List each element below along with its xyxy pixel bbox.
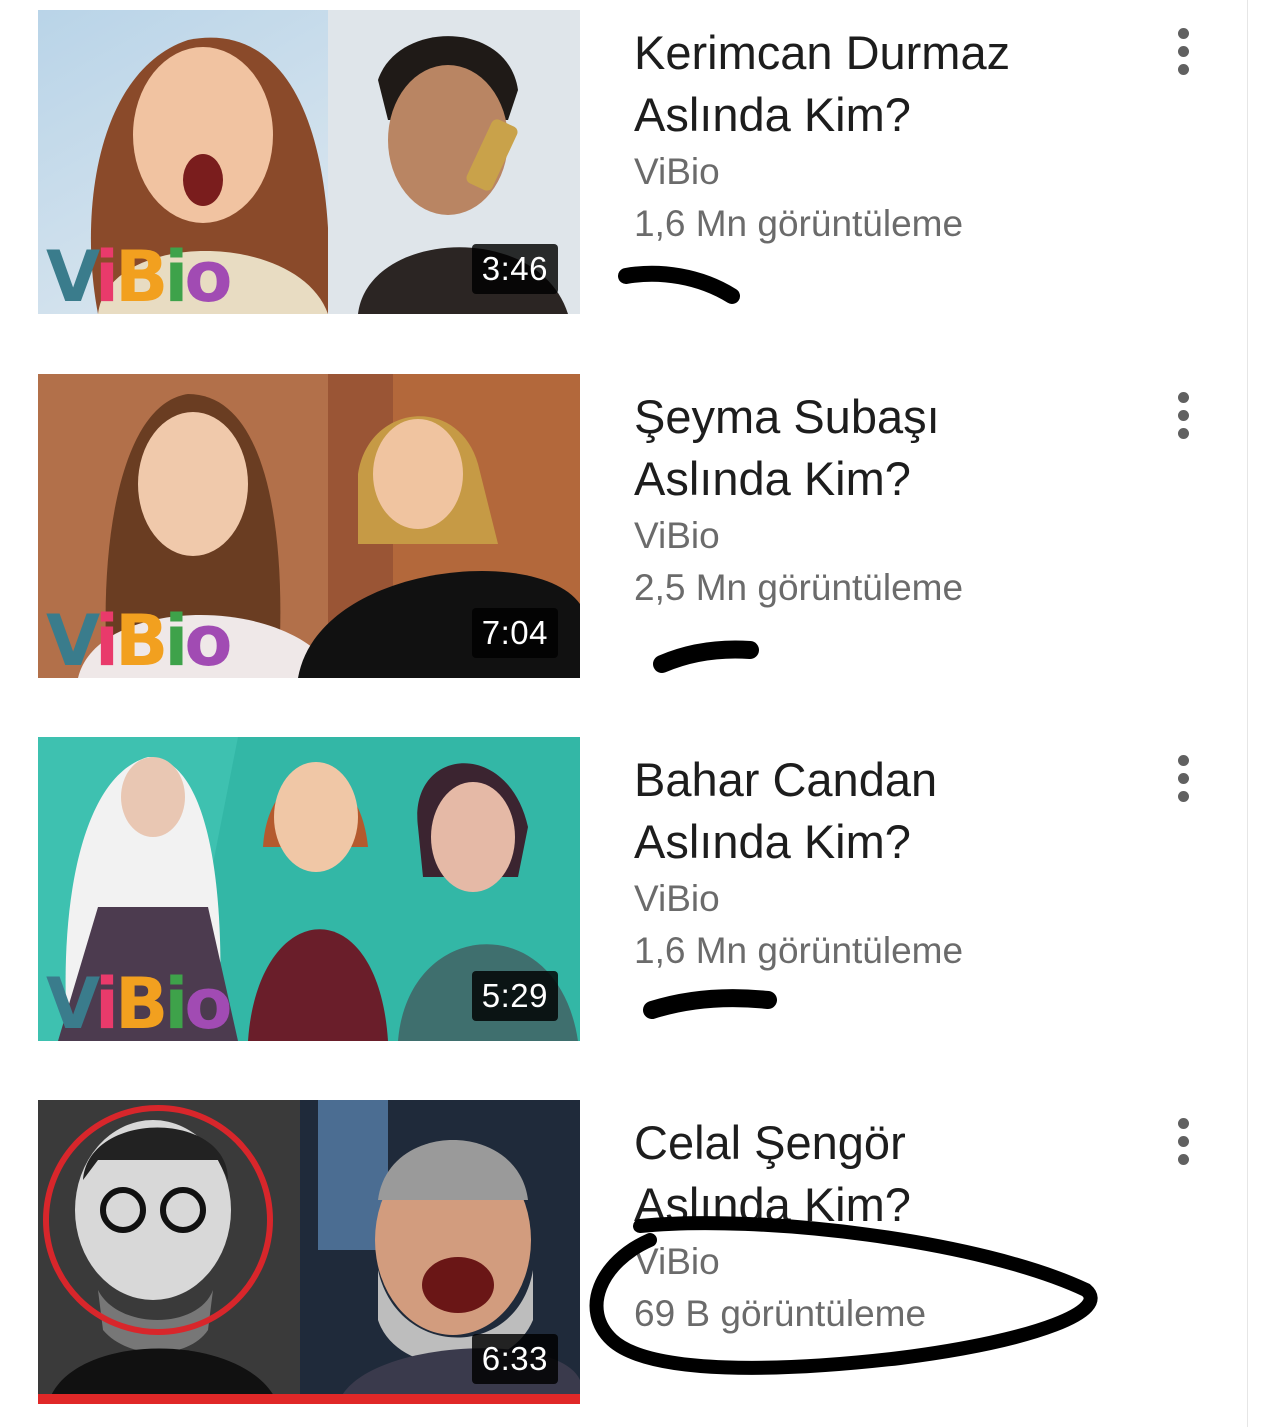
video-title-line2: Aslında Kim? [634,452,911,505]
video-title-line2: Aslında Kim? [634,88,911,141]
duration-badge: 5:29 [471,971,558,1021]
video-title-line1: Celal Şengör [634,1116,906,1169]
video-info[interactable]: Şeyma Subaşı Aslında Kim? ViBio 2,5 Mn g… [634,386,1154,614]
channel-name[interactable]: ViBio [634,873,1154,925]
video-item[interactable]: ViBio 7:04 Şeyma Subaşı Aslında Kim? ViB… [0,374,1250,694]
duration-badge: 6:33 [471,1334,558,1384]
video-title-line1: Bahar Candan [634,753,938,806]
channel-name[interactable]: ViBio [634,1236,1154,1288]
video-thumbnail[interactable]: ViBio 5:29 [38,737,580,1041]
video-title[interactable]: Şeyma Subaşı Aslında Kim? [634,386,1154,510]
video-thumbnail[interactable]: ViBio 3:46 [38,10,580,314]
more-vert-icon[interactable] [1170,1114,1200,1170]
video-title[interactable]: Celal Şengör Aslında Kim? [634,1112,1154,1236]
video-thumbnail[interactable]: ViBio 7:04 [38,374,580,678]
more-vert-icon[interactable] [1170,24,1200,80]
video-info[interactable]: Bahar Candan Aslında Kim? ViBio 1,6 Mn g… [634,749,1154,977]
video-title-line1: Kerimcan Durmaz [634,26,1011,79]
watched-progress-bar [38,1394,580,1404]
video-item[interactable]: ViBio 3:46 Kerimcan Durmaz Aslında Kim? … [0,10,1250,330]
duration-badge: 7:04 [471,608,558,658]
more-vert-icon[interactable] [1170,388,1200,444]
view-count: 2,5 Mn görüntüleme [634,567,964,608]
video-title-line2: Aslında Kim? [634,815,911,868]
video-info[interactable]: Celal Şengör Aslında Kim? ViBio 69 B gör… [634,1112,1154,1340]
view-count: 1,6 Mn görüntüleme [634,203,964,244]
channel-name[interactable]: ViBio [634,510,1154,562]
view-count: 69 B görüntüleme [634,1293,927,1334]
more-vert-icon[interactable] [1170,751,1200,807]
video-info[interactable]: Kerimcan Durmaz Aslında Kim? ViBio 1,6 M… [634,22,1154,250]
video-title-line1: Şeyma Subaşı [634,390,940,443]
video-item[interactable]: ViBio 5:29 Bahar Candan Aslında Kim? ViB… [0,737,1250,1057]
video-title-line2: Aslında Kim? [634,1178,911,1231]
vibio-logo: ViBio [46,600,232,678]
video-title[interactable]: Kerimcan Durmaz Aslında Kim? [634,22,1154,146]
channel-name[interactable]: ViBio [634,146,1154,198]
vibio-logo: ViBio [46,236,232,314]
video-title[interactable]: Bahar Candan Aslında Kim? [634,749,1154,873]
video-thumbnail[interactable]: 6:33 [38,1100,580,1404]
duration-badge: 3:46 [471,244,558,294]
view-count: 1,6 Mn görüntüleme [634,930,964,971]
video-item[interactable]: 6:33 Celal Şengör Aslında Kim? ViBio 69 … [0,1100,1250,1420]
vibio-logo: ViBio [46,963,232,1041]
